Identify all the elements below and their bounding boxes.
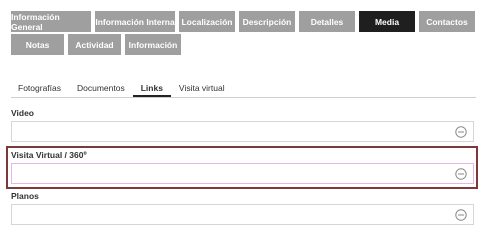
tab-contactos[interactable]: Contactos bbox=[419, 11, 475, 32]
virtual-tour-input[interactable] bbox=[11, 163, 474, 184]
ellipsis-circle-icon[interactable] bbox=[455, 209, 467, 221]
tab-detalles[interactable]: Detalles bbox=[299, 11, 355, 32]
main-tabs-row-2: Notas Actividad Información bbox=[11, 34, 181, 55]
plans-label: Planos bbox=[11, 191, 39, 201]
video-label: Video bbox=[11, 108, 34, 118]
tab-actividad[interactable]: Actividad bbox=[68, 34, 121, 55]
tab-notas[interactable]: Notas bbox=[11, 34, 64, 55]
ellipsis-circle-icon[interactable] bbox=[455, 126, 467, 138]
ellipsis-circle-icon[interactable] bbox=[455, 168, 467, 180]
tab-localizacion[interactable]: Localización bbox=[179, 11, 235, 32]
subtab-visita-virtual[interactable]: Visita virtual bbox=[171, 80, 233, 97]
tab-descripcion[interactable]: Descripción bbox=[239, 11, 295, 32]
subtab-links[interactable]: Links bbox=[132, 80, 171, 97]
plans-input[interactable] bbox=[11, 204, 474, 225]
subtab-documentos[interactable]: Documentos bbox=[69, 80, 133, 97]
virtual-tour-label: Visita Virtual / 360º bbox=[11, 150, 87, 160]
media-subtabs: Fotografías Documentos Links Visita virt… bbox=[11, 80, 476, 98]
main-tabs-row-1: Información General Información Interna … bbox=[11, 11, 475, 32]
tab-informacion-interna[interactable]: Información Interna bbox=[95, 11, 175, 32]
tab-informacion[interactable]: Información bbox=[125, 34, 181, 55]
subtab-fotografias[interactable]: Fotografías bbox=[11, 80, 69, 97]
tab-informacion-general[interactable]: Información General bbox=[11, 11, 91, 32]
tab-media[interactable]: Media bbox=[359, 11, 415, 32]
video-input[interactable] bbox=[11, 121, 474, 142]
